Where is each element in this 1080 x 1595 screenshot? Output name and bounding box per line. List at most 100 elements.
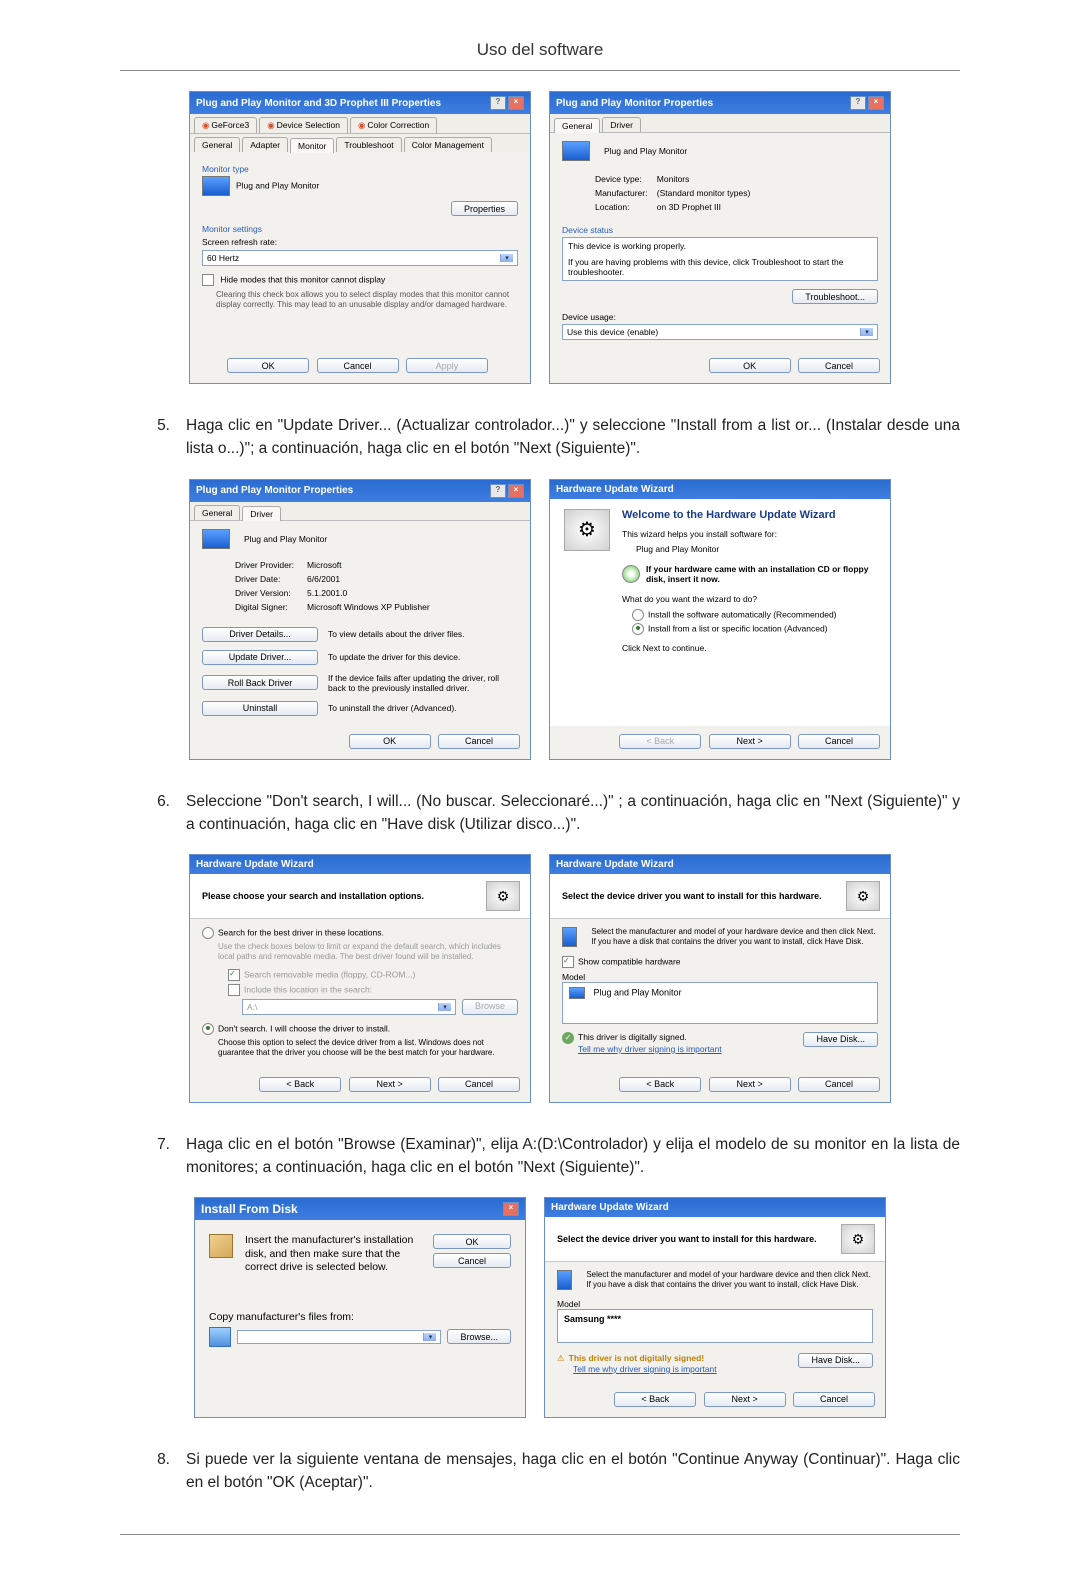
page-title: Uso del software xyxy=(120,40,960,60)
signed-text: This driver is digitally signed. xyxy=(578,1032,687,1042)
update-driver-button[interactable]: Update Driver... xyxy=(202,650,318,665)
refresh-rate-combo[interactable]: 60 Hertz▾ xyxy=(202,250,518,266)
hide-modes-description: Clearing this check box allows you to se… xyxy=(202,290,518,311)
cancel-button[interactable]: Cancel xyxy=(793,1392,875,1407)
ok-button[interactable]: OK xyxy=(433,1234,511,1249)
show-compatible-check[interactable] xyxy=(562,956,574,968)
monitor-icon xyxy=(202,529,230,549)
troubleshoot-button[interactable]: Troubleshoot... xyxy=(792,289,878,304)
back-button[interactable]: < Back xyxy=(614,1392,696,1407)
select-description: Select the manufacturer and model of you… xyxy=(591,927,878,948)
wizard-icon: ⚙ xyxy=(486,881,520,911)
tab-adapter[interactable]: Adapter xyxy=(242,137,288,152)
hide-modes-check[interactable] xyxy=(202,274,214,286)
device-usage-combo[interactable]: Use this device (enable)▾ xyxy=(562,324,878,340)
have-disk-button[interactable]: Have Disk... xyxy=(803,1032,878,1047)
model-listbox[interactable]: Samsung **** xyxy=(557,1309,873,1343)
device-type-label: Device type: xyxy=(594,173,654,185)
dialog-title: Plug and Play Monitor Properties xyxy=(196,485,353,496)
next-button[interactable]: Next > xyxy=(709,734,791,749)
dialog-wizard-search: Hardware Update Wizard Please choose you… xyxy=(189,854,531,1103)
wizard-intro: This wizard helps you install software f… xyxy=(622,529,876,539)
path-combo: A:\▾ xyxy=(242,999,456,1015)
ok-button[interactable]: OK xyxy=(227,358,309,373)
back-button[interactable]: < Back xyxy=(259,1077,341,1092)
nvidia-icon: ◉ xyxy=(358,120,365,130)
location-label: Location: xyxy=(594,201,654,213)
check-removable xyxy=(228,969,240,981)
uninstall-button[interactable]: Uninstall xyxy=(202,701,318,716)
properties-button[interactable]: Properties xyxy=(451,201,518,216)
label-removable: Search removable media (floppy, CD-ROM..… xyxy=(244,969,415,979)
model-label: Model xyxy=(557,1299,873,1309)
tab-troubleshoot[interactable]: Troubleshoot xyxy=(336,137,401,152)
label-location: Include this location in the search: xyxy=(244,984,372,994)
dialog-monitor-properties-driver: Plug and Play Monitor Properties ? × Gen… xyxy=(189,479,531,760)
description: Select the manufacturer and model of you… xyxy=(586,1270,873,1291)
tab-general[interactable]: General xyxy=(194,137,240,152)
radio-list[interactable] xyxy=(632,623,644,635)
tab-color-correction[interactable]: ◉Color Correction xyxy=(350,117,437,133)
cancel-button[interactable]: Cancel xyxy=(438,734,520,749)
radio-auto[interactable] xyxy=(632,609,644,621)
step-7: 7. Haga clic en el botón "Browse (Examin… xyxy=(120,1133,960,1180)
have-disk-button[interactable]: Have Disk... xyxy=(798,1353,873,1368)
tab-driver[interactable]: Driver xyxy=(602,117,641,132)
show-compatible-label: Show compatible hardware xyxy=(578,956,681,966)
model-listbox[interactable]: Plug and Play Monitor xyxy=(562,982,878,1024)
next-button[interactable]: Next > xyxy=(704,1392,786,1407)
close-icon[interactable]: × xyxy=(508,96,524,110)
date-value: 6/6/2001 xyxy=(306,573,431,585)
next-button[interactable]: Next > xyxy=(349,1077,431,1092)
ok-button[interactable]: OK xyxy=(709,358,791,373)
close-icon[interactable]: × xyxy=(868,96,884,110)
cancel-button[interactable]: Cancel xyxy=(798,1077,880,1092)
monitor-icon xyxy=(562,927,577,947)
radio-search[interactable] xyxy=(202,927,214,939)
check-location xyxy=(228,984,240,996)
cancel-button[interactable]: Cancel xyxy=(798,358,880,373)
back-button[interactable]: < Back xyxy=(619,1077,701,1092)
tab-color-management[interactable]: Color Management xyxy=(404,137,492,152)
signing-link[interactable]: Tell me why driver signing is important xyxy=(578,1044,722,1054)
floppy-icon xyxy=(209,1327,231,1347)
close-icon[interactable]: × xyxy=(503,1202,519,1216)
tab-driver[interactable]: Driver xyxy=(242,506,281,521)
monitor-icon xyxy=(557,1270,572,1290)
refresh-rate-label: Screen refresh rate: xyxy=(202,237,518,247)
monitor-icon xyxy=(562,141,590,161)
radio-dont-search[interactable] xyxy=(202,1023,214,1035)
cancel-button[interactable]: Cancel xyxy=(438,1077,520,1092)
signer-value: Microsoft Windows XP Publisher xyxy=(306,601,431,613)
date-label: Driver Date: xyxy=(234,573,304,585)
dialog-title: Hardware Update Wizard xyxy=(556,859,674,870)
manufacturer-label: Manufacturer: xyxy=(594,187,654,199)
monitor-name: Plug and Play Monitor xyxy=(236,180,319,190)
chevron-down-icon: ▾ xyxy=(423,1333,436,1341)
opt-auto: Install the software automatically (Reco… xyxy=(648,609,837,619)
help-icon[interactable]: ? xyxy=(490,484,506,498)
help-icon[interactable]: ? xyxy=(850,96,866,110)
signing-link[interactable]: Tell me why driver signing is important xyxy=(573,1364,717,1374)
next-button[interactable]: Next > xyxy=(709,1077,791,1092)
rollback-driver-button[interactable]: Roll Back Driver xyxy=(202,675,318,690)
tab-general[interactable]: General xyxy=(194,505,240,520)
tab-general[interactable]: General xyxy=(554,118,600,133)
cancel-button[interactable]: Cancel xyxy=(433,1253,511,1268)
tab-device-selection[interactable]: ◉Device Selection xyxy=(259,117,348,133)
device-type-value: Monitors xyxy=(656,173,752,185)
ok-button[interactable]: OK xyxy=(349,734,431,749)
tab-geforce3[interactable]: ◉GeForce3 xyxy=(194,117,257,133)
tab-monitor[interactable]: Monitor xyxy=(290,138,334,153)
driver-details-button[interactable]: Driver Details... xyxy=(202,627,318,642)
dialog-title: Plug and Play Monitor Properties xyxy=(556,98,713,109)
cancel-button[interactable]: Cancel xyxy=(317,358,399,373)
cancel-button[interactable]: Cancel xyxy=(798,734,880,749)
browse-button[interactable]: Browse... xyxy=(447,1329,511,1344)
path-combo[interactable]: ▾ xyxy=(237,1330,441,1344)
step-8: 8. Si puede ver la siguiente ventana de … xyxy=(120,1448,960,1495)
monitor-icon xyxy=(202,176,230,196)
wizard-question: What do you want the wizard to do? xyxy=(622,594,876,604)
help-icon[interactable]: ? xyxy=(490,96,506,110)
close-icon[interactable]: × xyxy=(508,484,524,498)
